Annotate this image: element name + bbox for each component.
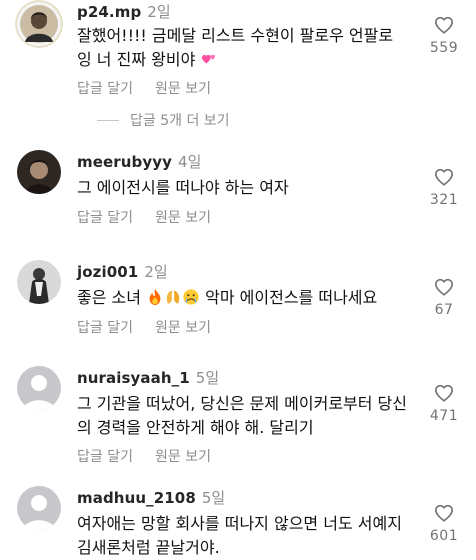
username[interactable]: nuraisyaah_1 [77, 369, 190, 387]
comment-text: 그 에이전시를 떠나야 하는 여자 [77, 178, 289, 197]
avatar[interactable] [15, 0, 63, 48]
like-area: 471 [422, 384, 466, 424]
see-original-button[interactable]: 원문 보기 [155, 320, 211, 336]
like-count: 559 [429, 40, 459, 56]
heart-outline-icon[interactable] [434, 278, 454, 296]
view-more-replies-label: 답글 5개 더 보기 [130, 113, 230, 129]
like-count: 471 [429, 408, 459, 424]
avatar[interactable] [17, 366, 61, 410]
profile-photo-icon [17, 260, 61, 304]
like-area: 559 [422, 16, 466, 56]
timestamp: 5일 [195, 369, 220, 387]
comment-text-start: 좋은 소녀 [77, 288, 147, 307]
default-profile-icon [17, 486, 61, 530]
fire-emoji [149, 288, 161, 306]
reply-button[interactable]: 답글 달기 [77, 210, 133, 226]
avatar[interactable] [17, 260, 61, 304]
reply-button[interactable]: 답글 달기 [77, 320, 133, 336]
crying-face-emoji [183, 289, 199, 305]
two-hearts-emoji [202, 54, 216, 64]
view-more-replies-button[interactable]: 답글 5개 더 보기 [77, 110, 230, 130]
heart-outline-icon[interactable] [434, 168, 454, 186]
comment-text: 그 기관을 떠났어, 당신은 문제 메이커로부터 당신의 경력을 안전하게 해야… [77, 394, 408, 437]
like-count: 321 [429, 192, 459, 208]
comment-text-content: 잘했어!!!! 금메달 리스트 수현이 팔로우 언팔로잉 너 진짜 왕비야 [77, 26, 394, 69]
comment-text: 잘했어!!!! 금메달 리스트 수현이 팔로우 언팔로잉 너 진짜 왕비야 [77, 24, 407, 72]
timestamp: 2일 [144, 263, 168, 281]
avatar[interactable] [17, 486, 61, 530]
timestamp: 5일 [201, 489, 226, 507]
like-count: 67 [434, 302, 454, 318]
comment-text: 여자애는 망할 회사를 떠나지 않으면 너도 서예지 김새론처럼 끝날거야. [77, 514, 402, 557]
see-original-button[interactable]: 원문 보기 [155, 210, 211, 226]
profile-photo-icon [15, 0, 63, 48]
username[interactable]: p24.mp [77, 3, 141, 21]
heart-outline-icon[interactable] [434, 504, 454, 522]
raising-hands-emoji [166, 290, 180, 304]
avatar[interactable] [17, 150, 61, 194]
profile-photo-icon [17, 150, 61, 194]
comment-text: 좋은 소녀 악마 에이전스를 떠나세요 [77, 286, 407, 310]
timestamp: 4일 [178, 153, 202, 171]
reply-button[interactable]: 답글 달기 [77, 449, 133, 465]
default-profile-icon [17, 366, 61, 410]
see-original-button[interactable]: 원문 보기 [155, 81, 211, 97]
username[interactable]: meerubyyy [77, 153, 172, 171]
see-original-button[interactable]: 원문 보기 [155, 449, 211, 465]
heart-outline-icon[interactable] [434, 384, 454, 402]
timestamp: 2일 [147, 3, 171, 21]
comment-text-end: 악마 에이전스를 떠나세요 [200, 288, 378, 307]
reply-button[interactable]: 답글 달기 [77, 81, 133, 97]
like-area: 321 [422, 168, 466, 208]
like-area: 601 [422, 504, 466, 544]
like-area: 67 [422, 278, 466, 318]
like-count: 601 [429, 528, 459, 544]
username[interactable]: jozi001 [77, 263, 138, 281]
heart-outline-icon[interactable] [434, 16, 454, 34]
username[interactable]: madhuu_2108 [77, 489, 196, 507]
divider-line [97, 119, 119, 121]
